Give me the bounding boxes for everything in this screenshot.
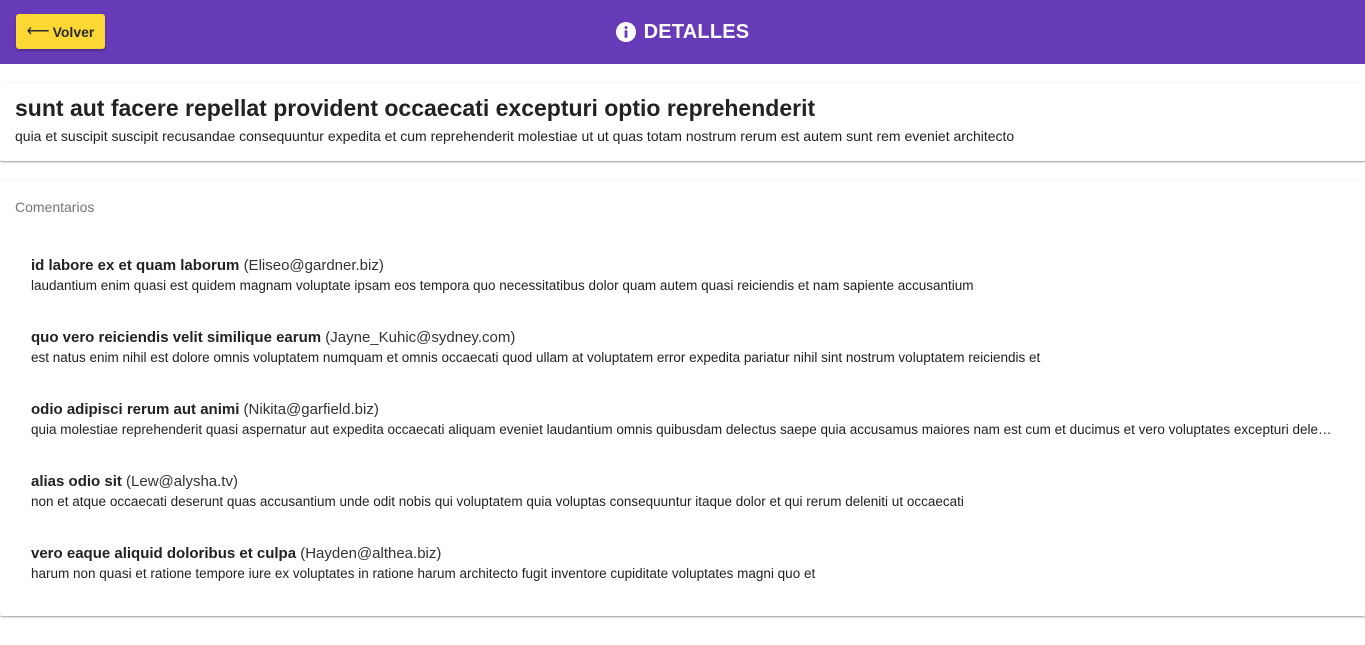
comments-heading: Comentarios [15, 199, 95, 215]
comment-item: odio adipisci rerum aut animi (Nikita@ga… [31, 401, 1341, 439]
comment-item: vero eaque aliquid doloribus et culpa (H… [31, 545, 1341, 583]
comment-item: id labore ex et quam laborum (Eliseo@gar… [31, 257, 1341, 295]
comment-header: alias odio sit (Lew@alysha.tv) [31, 473, 1341, 491]
comment-body: harum non quasi et ratione tempore iure … [31, 566, 816, 581]
comment-body: quia molestiae reprehenderit quasi asper… [31, 422, 1336, 437]
comment-body: laudantium enim quasi est quidem magnam … [31, 278, 974, 293]
comments-card: Comentarios id labore ex et quam laborum… [0, 180, 1365, 616]
comment-name: id labore ex et quam laborum [31, 257, 240, 274]
comment-body: non et atque occaecati deserunt quas acc… [31, 494, 964, 509]
page-title-group: DETALLES [0, 0, 1365, 64]
comment-header: id labore ex et quam laborum (Eliseo@gar… [31, 257, 1341, 275]
comment-header: odio adipisci rerum aut animi (Nikita@ga… [31, 401, 1341, 419]
comment-email: (Nikita@garfield.biz) [243, 401, 379, 418]
comment-item: alias odio sit (Lew@alysha.tv) non et at… [31, 473, 1341, 511]
comment-name: vero eaque aliquid doloribus et culpa [31, 545, 297, 562]
comment-header: vero eaque aliquid doloribus et culpa (H… [31, 545, 1341, 563]
comment-email: (Eliseo@gardner.biz) [243, 257, 384, 274]
comment-body: est natus enim nihil est dolore omnis vo… [31, 350, 1041, 365]
info-icon [615, 22, 636, 42]
comment-name: alias odio sit [31, 473, 122, 490]
page-title: DETALLES [643, 20, 750, 43]
top-app-bar: ⟵ Volver DETALLES [0, 0, 1365, 64]
post-title: sunt aut facere repellat provident occae… [15, 95, 816, 121]
comment-name: odio adipisci rerum aut animi [31, 401, 240, 418]
post-card: sunt aut facere repellat provident occae… [0, 83, 1365, 161]
comment-header: quo vero reiciendis velit similique earu… [31, 329, 1341, 347]
comment-item: quo vero reiciendis velit similique earu… [31, 329, 1341, 367]
post-body: quia et suscipit suscipit recusandae con… [15, 128, 1015, 144]
comment-email: (Hayden@althea.biz) [300, 545, 442, 562]
comment-email: (Jayne_Kuhic@sydney.com) [325, 329, 516, 346]
comment-name: quo vero reiciendis velit similique earu… [31, 329, 322, 346]
comment-email: (Lew@alysha.tv) [126, 473, 238, 490]
